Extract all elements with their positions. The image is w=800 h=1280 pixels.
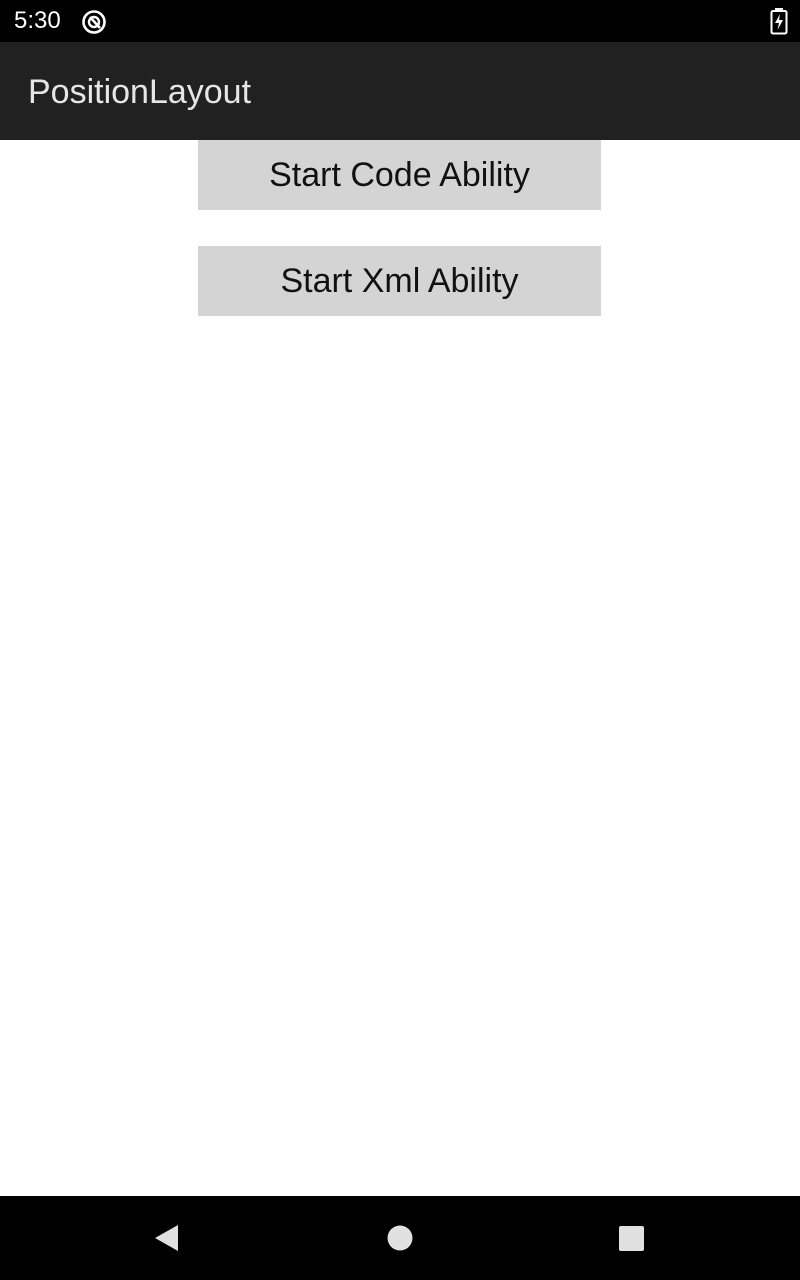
- back-icon[interactable]: [142, 1214, 190, 1262]
- navigation-bar: [0, 1196, 800, 1280]
- recents-icon[interactable]: [607, 1214, 655, 1262]
- status-bar: 5:30: [0, 0, 800, 42]
- screen: 5:30 PositionLayout Start Code Ability S…: [0, 0, 800, 1280]
- page-title: PositionLayout: [28, 73, 252, 111]
- start-code-ability-button[interactable]: Start Code Ability: [198, 140, 601, 210]
- start-xml-ability-button[interactable]: Start Xml Ability: [198, 246, 601, 316]
- main-content: Start Code Ability Start Xml Ability: [0, 140, 800, 1196]
- status-time: 5:30: [14, 7, 61, 34]
- battery-charging-icon: [770, 8, 788, 35]
- app-bar: PositionLayout: [0, 42, 800, 140]
- home-icon[interactable]: [376, 1214, 424, 1262]
- notification-icon: [81, 9, 107, 35]
